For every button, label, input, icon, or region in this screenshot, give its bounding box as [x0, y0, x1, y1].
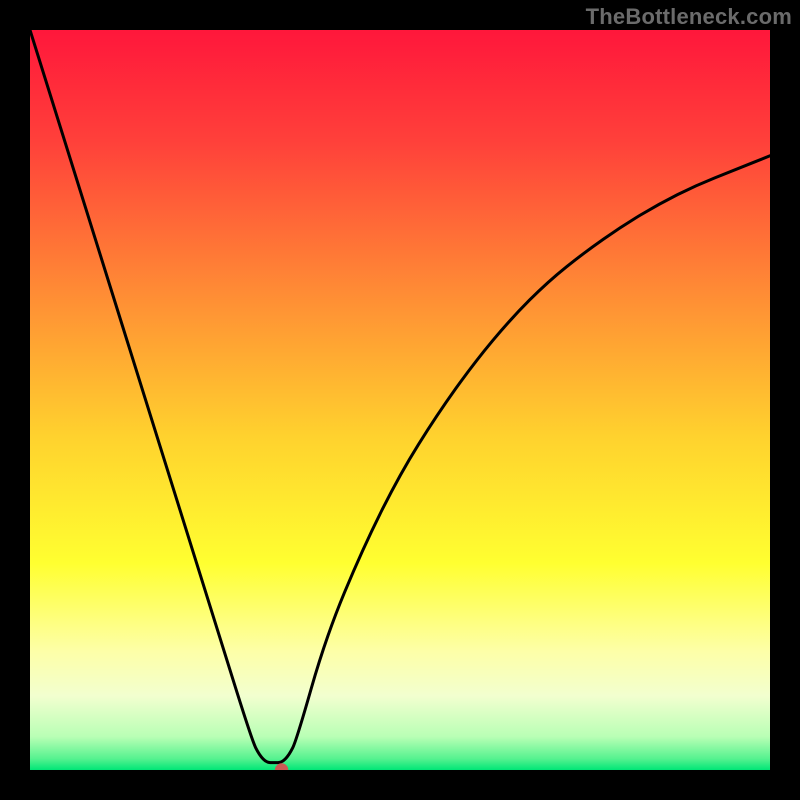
watermark-text: TheBottleneck.com [586, 4, 792, 30]
chart-frame: TheBottleneck.com [0, 0, 800, 800]
bottleneck-chart [30, 30, 770, 770]
gradient-background [30, 30, 770, 770]
chart-plot-area [30, 30, 770, 770]
